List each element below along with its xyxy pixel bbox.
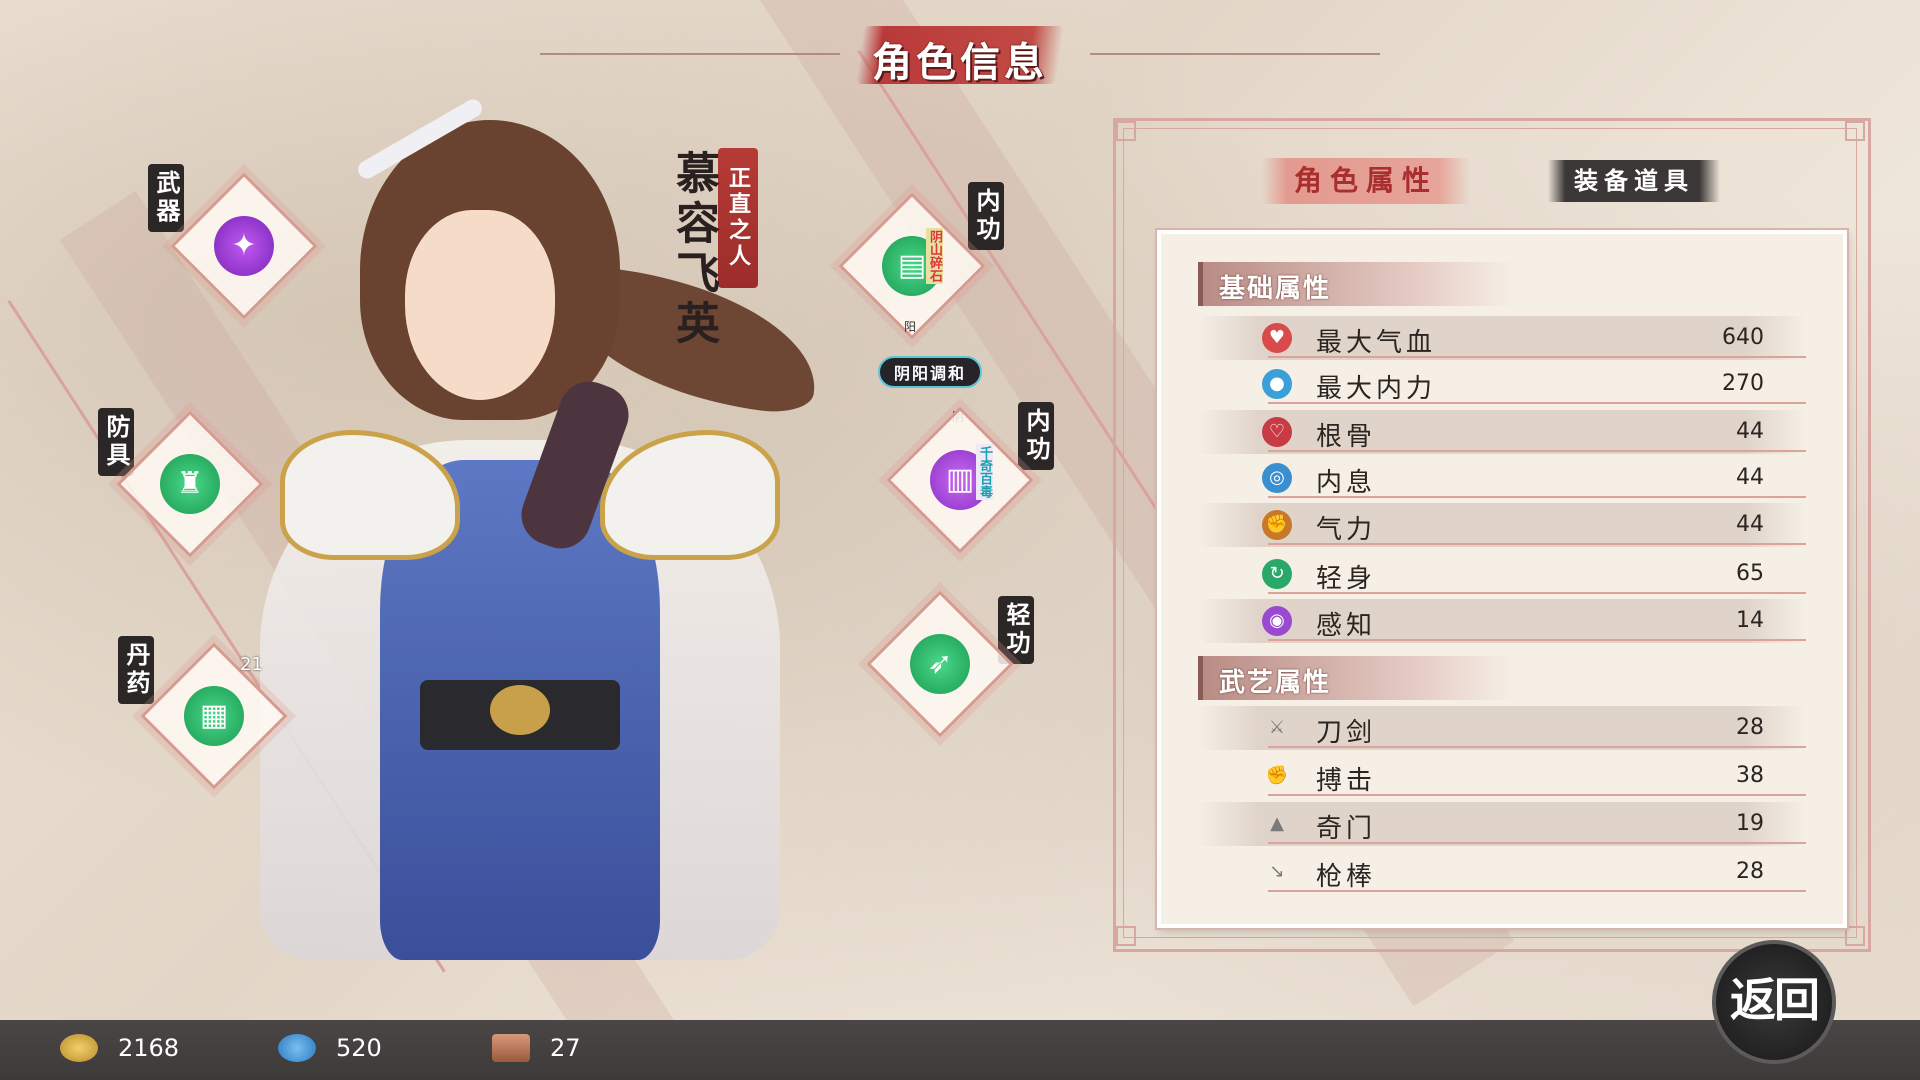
section-title: 武艺属性 xyxy=(1219,668,1332,698)
stat-label: 气力 xyxy=(1316,515,1377,545)
yang-marker: 阳 xyxy=(904,320,917,334)
title-banner: 角色信息 xyxy=(530,26,1390,86)
meditation-points: 520 xyxy=(336,1034,382,1062)
neigong-slot-label-1: 内功 xyxy=(968,182,1004,250)
stat-label: 感知 xyxy=(1316,611,1377,641)
stat-label: 搏击 xyxy=(1316,766,1377,796)
neigong-slot-2[interactable]: ▥ xyxy=(886,406,1034,554)
page-title: 角色信息 xyxy=(872,39,1048,86)
stat-row: ♥ 最大气血 640 xyxy=(1198,316,1806,360)
fist-icon: ✊ xyxy=(1265,765,1289,786)
yinyang-harmony-badge: 阴阳调和 xyxy=(878,356,983,388)
armor-robe-icon: ♜ xyxy=(176,466,204,501)
tab-equipment-items[interactable]: 装备道具 xyxy=(1548,160,1720,202)
shrine-count: 27 xyxy=(550,1034,581,1062)
stat-row: ◎ 内息 44 xyxy=(1198,456,1806,500)
medicine-slot-label: 丹药 xyxy=(118,636,154,704)
stat-value: 19 xyxy=(1736,811,1764,836)
stat-label: 最大气血 xyxy=(1316,328,1437,358)
stat-label: 枪棒 xyxy=(1316,862,1377,892)
title-line-left xyxy=(540,53,840,55)
title-line-right xyxy=(1090,53,1380,55)
armor-slot-label: 防具 xyxy=(98,408,134,476)
stat-row: ✊ 气力 44 xyxy=(1198,503,1806,547)
character-name: 慕容飞英 xyxy=(668,150,719,350)
neigong-slot-1[interactable]: ▤ xyxy=(838,192,986,340)
neigong-tag-2: 千奇百毒 xyxy=(976,444,993,500)
stat-row: ↻ 轻身 65 xyxy=(1198,552,1806,596)
section-title: 基础属性 xyxy=(1219,274,1332,304)
section-basic-attributes: 基础属性 xyxy=(1198,262,1513,306)
shrine-icon xyxy=(492,1034,530,1062)
gold-ingot-icon xyxy=(60,1034,98,1062)
medicine-pack-icon: ▦ xyxy=(199,698,229,733)
stat-value: 640 xyxy=(1722,325,1764,350)
stat-value: 28 xyxy=(1736,715,1764,740)
weapon-slot[interactable]: ✦ xyxy=(170,172,318,320)
gold-amount: 2168 xyxy=(118,1034,180,1062)
tab-character-attributes[interactable]: 角色属性 xyxy=(1262,158,1470,204)
armor-slot[interactable]: ♜ xyxy=(116,410,264,558)
bone-heart-icon: ♡ xyxy=(1262,417,1292,447)
stat-value: 44 xyxy=(1736,419,1764,444)
mountain-icon: ▲ xyxy=(1270,813,1284,834)
section-martial-attributes: 武艺属性 xyxy=(1198,656,1513,700)
neigong-slot-label-2: 内功 xyxy=(1018,402,1054,470)
stat-row: ▲ 奇门 19 xyxy=(1198,802,1806,846)
stat-value: 38 xyxy=(1736,763,1764,788)
neigong-tag-1: 阴山碎石 xyxy=(926,228,943,284)
wind-icon: ↻ xyxy=(1262,559,1292,589)
stat-row: ♡ 根骨 44 xyxy=(1198,410,1806,454)
stat-label: 根骨 xyxy=(1316,422,1377,452)
stat-label: 最大内力 xyxy=(1316,374,1437,404)
stat-row: ✊ 搏击 38 xyxy=(1198,754,1806,798)
stat-row: ↘ 枪棒 28 xyxy=(1198,850,1806,894)
eye-icon: ◉ xyxy=(1262,606,1292,636)
stat-label: 轻身 xyxy=(1316,564,1377,594)
stat-label: 刀剑 xyxy=(1316,718,1377,748)
lightfoot-icon: ➶ xyxy=(927,646,953,681)
weapon-slot-label: 武器 xyxy=(148,164,184,232)
stat-row: ◉ 感知 14 xyxy=(1198,599,1806,643)
stat-label: 奇门 xyxy=(1316,814,1377,844)
weapon-claw-icon: ✦ xyxy=(231,228,257,263)
meditating-person-icon xyxy=(278,1034,316,1062)
back-button[interactable]: 返回 xyxy=(1712,940,1836,1064)
strength-icon: ✊ xyxy=(1262,510,1292,540)
stat-value: 65 xyxy=(1736,561,1764,586)
swirl-icon: ◎ xyxy=(1262,463,1292,493)
qinggong-slot[interactable]: ➶ xyxy=(866,590,1014,738)
stat-value: 44 xyxy=(1736,465,1764,490)
stat-value: 44 xyxy=(1736,512,1764,537)
stat-value: 14 xyxy=(1736,608,1764,633)
stat-row: ● 最大内力 270 xyxy=(1198,362,1806,406)
stat-value: 28 xyxy=(1736,859,1764,884)
medicine-count: 21 xyxy=(240,654,263,675)
crossed-swords-icon: ⚔ xyxy=(1268,717,1286,738)
stat-row: ⚔ 刀剑 28 xyxy=(1198,706,1806,750)
medicine-slot[interactable]: ▦ xyxy=(140,642,288,790)
stat-value: 270 xyxy=(1722,371,1764,396)
spear-icon: ↘ xyxy=(1269,861,1285,882)
heart-icon: ♥ xyxy=(1262,323,1292,353)
stat-label: 内息 xyxy=(1316,468,1377,498)
water-drop-icon: ● xyxy=(1262,369,1292,399)
character-epithet: 正直之人 xyxy=(718,148,758,288)
